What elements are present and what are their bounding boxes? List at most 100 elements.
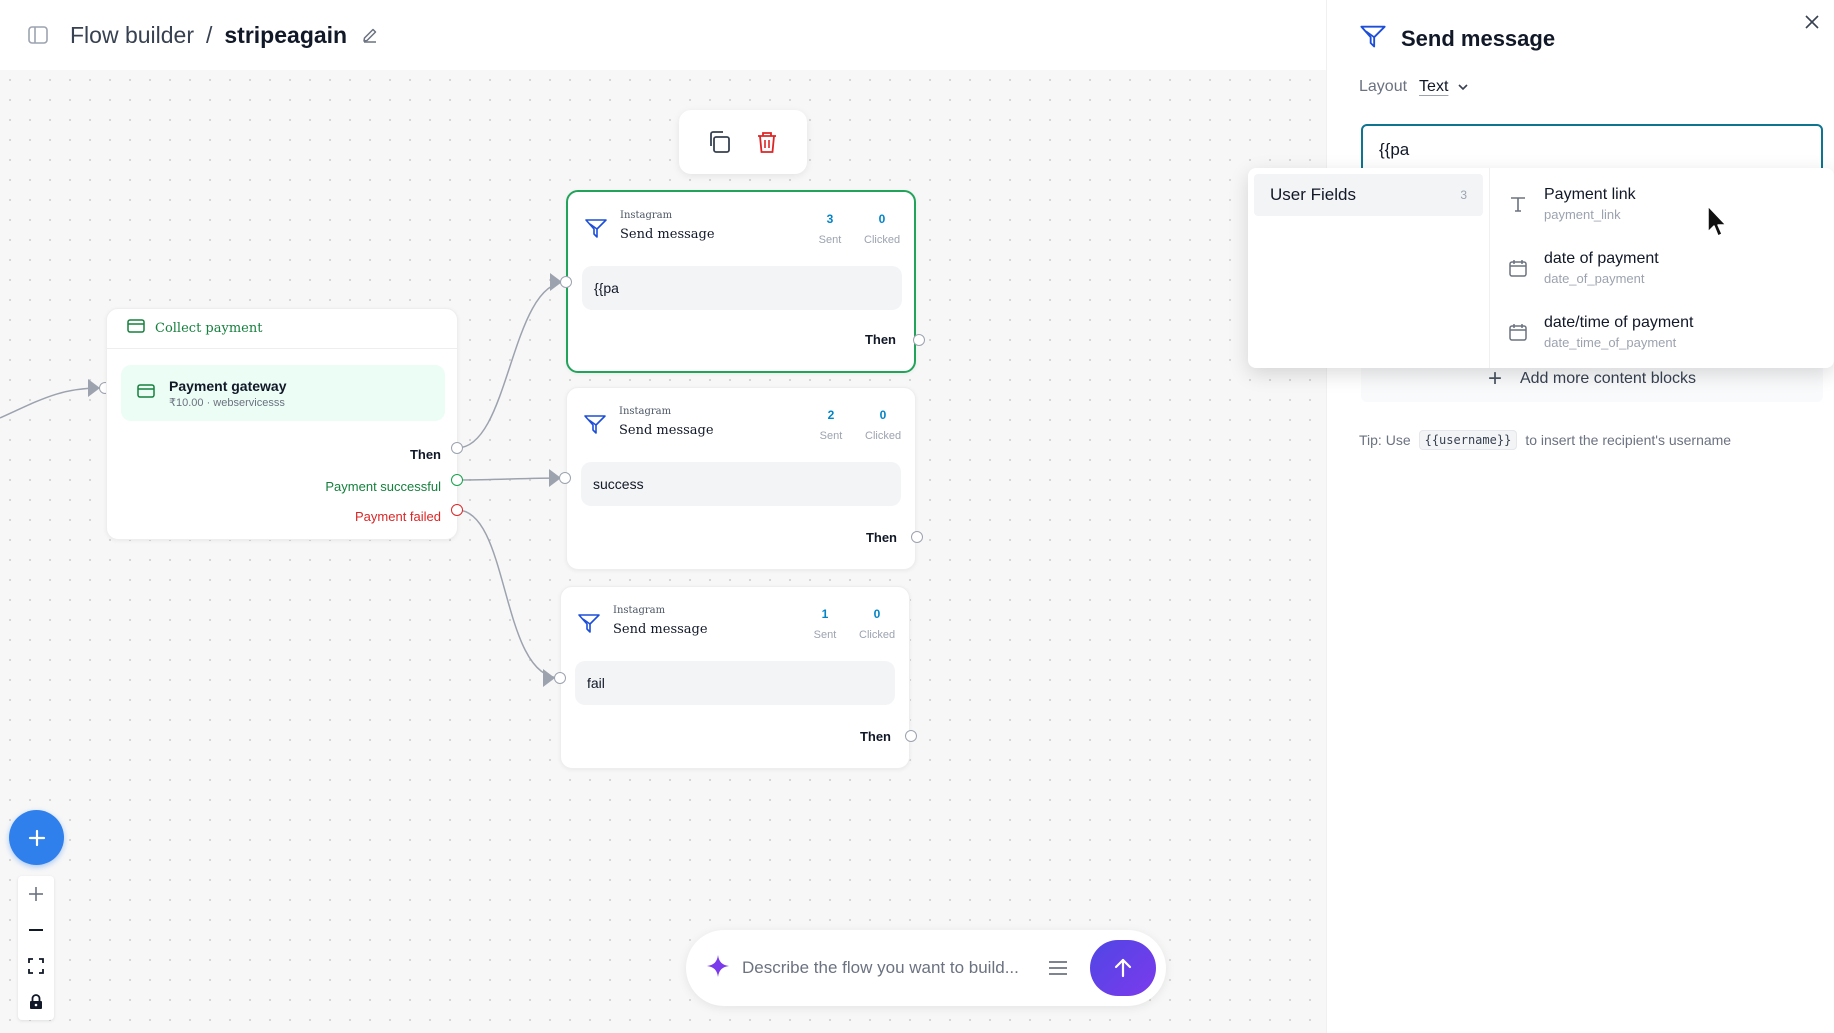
collect-then-handle[interactable] [451,442,463,454]
breadcrumb-root[interactable]: Flow builder [70,22,194,49]
menu-icon[interactable] [1044,954,1072,982]
send-message-node[interactable]: Instagram Send message 2 Sent 0 Clicked su… [566,387,916,570]
sent-label: Sent [813,629,837,641]
suggestion-key: date_of_payment [1544,271,1645,286]
sent-count: 3 [826,212,834,226]
message-body[interactable]: {{pa [582,266,902,310]
text-icon [1506,192,1530,216]
collect-node-header: Collect payment [107,309,457,349]
suggestion-list: Payment link payment_link date of paymen… [1490,168,1834,368]
send-message-node[interactable]: Instagram Send message 3 Sent 0 Clicked {{… [566,190,916,373]
clicked-label: Clicked [865,430,902,442]
breadcrumb-separator: / [206,21,213,48]
flow-canvas[interactable]: Collect payment Payment gateway ₹10.00 ·… [0,70,1326,1033]
suggestion-title: date of payment [1544,250,1659,267]
flow-prompt-input[interactable] [742,958,1032,978]
send-icon [577,611,601,635]
edge-success [456,477,566,481]
calendar-icon [1506,320,1530,344]
output-then-label: Then [865,530,897,545]
payment-gateway-block[interactable]: Payment gateway ₹10.00 · webservicesss [121,365,445,421]
message-input-handle[interactable] [554,672,566,684]
message-body[interactable]: fail [575,661,895,705]
panel-title: Send message [1401,25,1556,51]
add-node-button[interactable] [9,810,64,865]
clicked-label: Clicked [864,234,901,246]
output-then-label: Then [864,332,896,347]
message-stats: 3 Sent 0 Clicked [812,212,900,246]
gateway-subtitle: ₹10.00 · webservicesss [169,396,285,409]
message-title: Send message [613,622,708,637]
suggestion-categories: User Fields 3 [1248,168,1490,368]
suggestion-item[interactable]: date of payment date_of_payment [1490,236,1834,300]
username-tip: Tip: Use {{username}} to insert the reci… [1359,430,1731,450]
send-message-node[interactable]: Instagram Send message 1 Sent 0 Clicked fa… [560,586,910,769]
edge-then [456,281,567,449]
gateway-title: Payment gateway [169,377,287,394]
message-body[interactable]: success [581,462,901,506]
send-message-panel: Send message Layout Text + Add more cont… [1326,0,1834,1033]
trash-icon[interactable] [752,127,782,157]
top-bar: Flow builder / stripeagain [0,0,1326,70]
zoom-controls [18,876,54,1020]
output-then-label: Then [859,729,891,744]
sparkle-icon [706,954,730,983]
message-then-handle[interactable] [911,531,923,543]
suggestion-title: date/time of payment [1544,314,1694,331]
message-then-handle[interactable] [905,730,917,742]
calendar-icon [1506,256,1530,280]
collect-success-handle[interactable] [451,474,463,486]
edge-incoming [0,387,101,419]
lock-button[interactable] [18,984,54,1020]
chevron-down-icon [1458,84,1468,91]
credit-card-icon [127,318,145,339]
mouse-cursor-icon [1707,205,1727,237]
add-content-blocks-label: Add more content blocks [1519,370,1697,387]
sent-count: 2 [827,408,835,422]
plus-icon: + [1487,365,1502,392]
layout-label: Layout [1359,78,1408,95]
message-stats: 2 Sent 0 Clicked [813,408,901,442]
category-user-fields[interactable]: User Fields 3 [1254,174,1483,216]
submit-prompt-button[interactable] [1090,940,1156,996]
duplicate-icon[interactable] [704,127,734,157]
clicked-count: 0 [879,408,887,422]
tip-prefix: Tip: Use [1359,432,1411,448]
clicked-count: 0 [873,607,881,621]
category-count: 3 [1460,188,1467,202]
zoom-in-button[interactable] [18,876,54,912]
close-icon[interactable] [1800,10,1824,34]
layout-select[interactable]: Text [1419,78,1470,96]
collect-node-title: Collect payment [155,321,263,336]
tip-suffix: to insert the recipient's username [1525,432,1732,448]
send-icon [584,216,608,240]
ai-prompt-bar [686,930,1166,1006]
output-success-label: Payment successful [325,479,441,494]
fit-view-icon [28,958,44,974]
suggestion-item[interactable]: date/time of payment date_time_of_paymen… [1490,300,1834,364]
flow-name: stripeagain [224,21,348,48]
sent-label: Sent [819,430,843,442]
message-input-handle[interactable] [560,276,572,288]
message-then-handle[interactable] [913,334,925,346]
credit-card-icon [137,383,155,404]
fit-view-button[interactable] [18,948,54,984]
message-input-handle[interactable] [559,472,571,484]
message-title: Send message [619,423,714,438]
message-platform: Instagram [613,605,666,616]
field-suggestions-dropdown: User Fields 3 Payment link payment_link … [1248,168,1834,368]
sidebar-toggle-icon[interactable] [24,21,52,49]
suggestion-title: Payment link [1544,186,1636,203]
zoom-out-button[interactable] [18,912,54,948]
layout-value: Text [1419,78,1449,95]
sent-label: Sent [818,234,842,246]
plus-icon [28,829,45,846]
collect-payment-node[interactable]: Collect payment Payment gateway ₹10.00 ·… [106,308,458,540]
suggestion-item[interactable]: Payment link payment_link [1490,172,1834,236]
collect-failed-handle[interactable] [451,504,463,516]
pencil-icon[interactable] [359,24,381,46]
node-toolbar [679,110,807,174]
message-platform: Instagram [620,210,673,221]
clicked-label: Clicked [859,629,896,641]
suggestion-key: date_time_of_payment [1544,335,1677,350]
